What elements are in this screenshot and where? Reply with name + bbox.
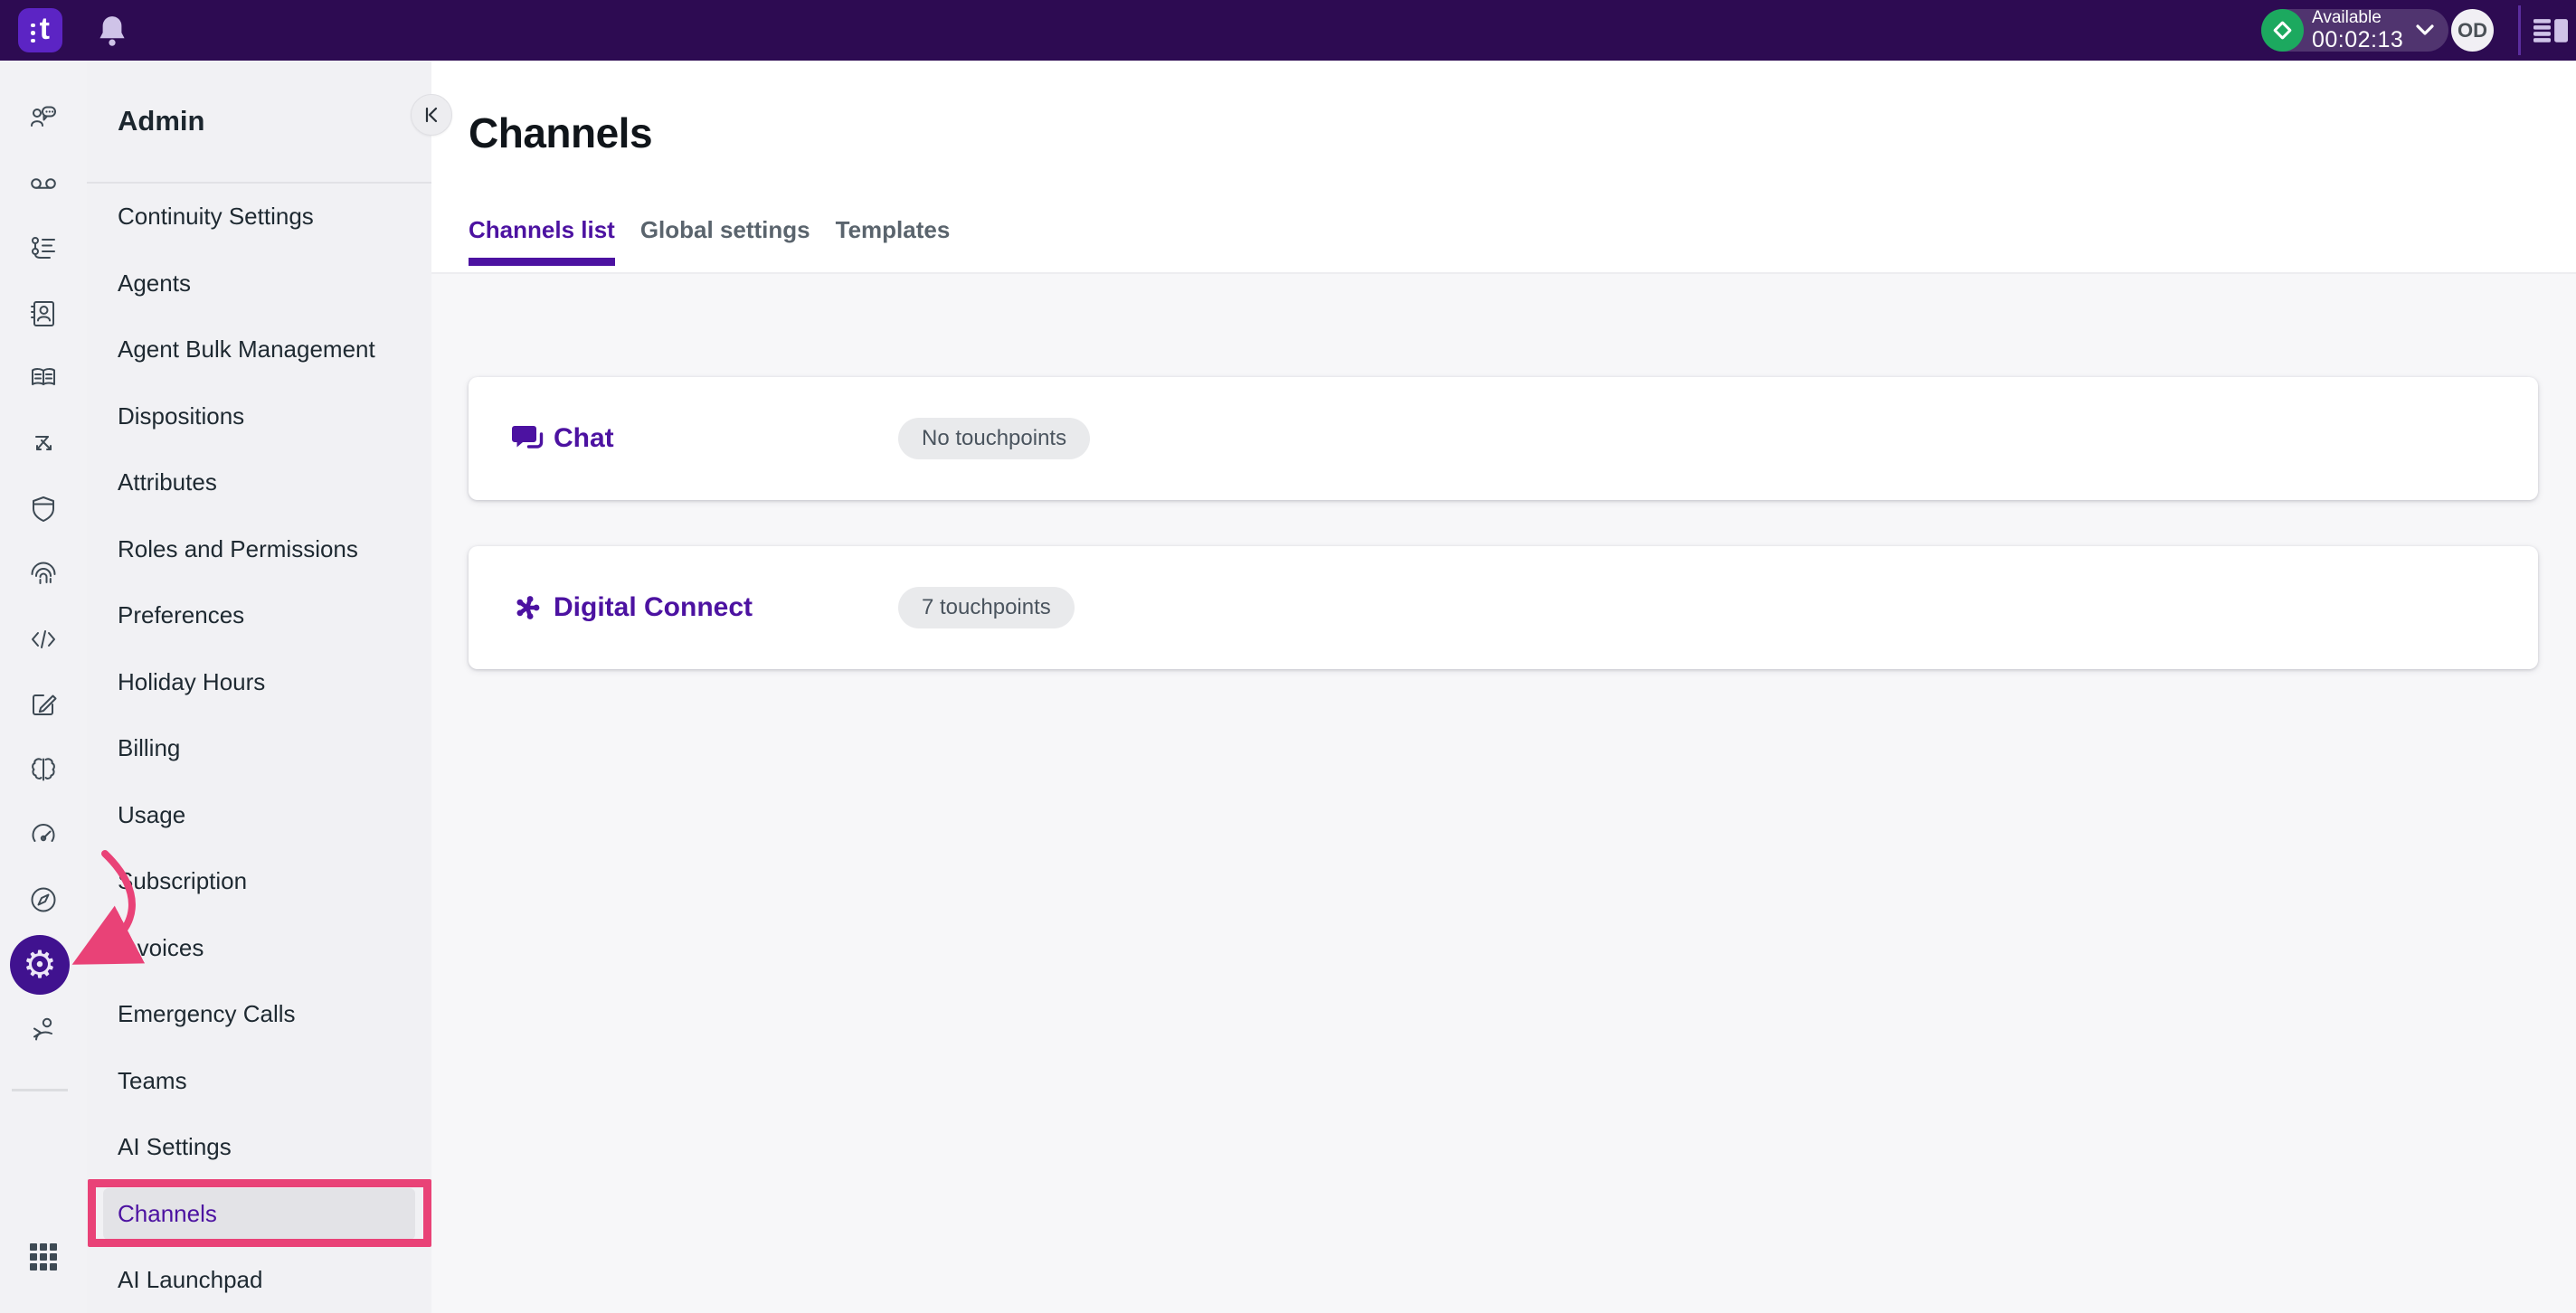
conversations-panel-icon[interactable] [2533, 15, 2568, 50]
dashboard-gauge-icon[interactable] [24, 816, 62, 854]
topbar: t Available 00:02:13 OD [0, 0, 2576, 61]
sidebar-item[interactable]: Channels [103, 1181, 415, 1248]
sidebar-item[interactable]: Preferences [103, 582, 415, 649]
collapse-panel-icon[interactable] [411, 94, 452, 136]
touchpoints-badge: No touchpoints [898, 418, 1090, 459]
sidebar-item[interactable]: Usage [103, 782, 415, 849]
logo-dots-icon [31, 24, 35, 43]
sidebar-title: Admin [118, 105, 204, 137]
apps-grid-icon[interactable] [24, 1238, 62, 1276]
settings-gear-icon[interactable]: ⚙ [10, 935, 70, 995]
icon-rail: ⚙ [0, 61, 87, 1313]
compose-icon[interactable] [24, 685, 62, 723]
sidebar-item[interactable]: Agent Bulk Management [103, 316, 415, 383]
channel-card[interactable]: Chat No touchpoints [469, 377, 2538, 500]
agent-status-pill[interactable]: Available 00:02:13 [2261, 9, 2448, 52]
chat-icon [511, 423, 545, 454]
sidebar-menu: Continuity Settings Agents Agent Bulk Ma… [87, 184, 431, 1313]
sidebar-item[interactable]: Attributes [103, 449, 415, 516]
library-icon[interactable] [24, 360, 62, 398]
tab[interactable]: Global settings [640, 216, 810, 266]
sidebar-item[interactable]: Invoices [103, 915, 415, 982]
page-title: Channels [469, 109, 652, 157]
sidebar-item[interactable]: Dispositions [103, 383, 415, 450]
channel-cards: Chat No touchpoints [469, 377, 2538, 669]
ai-brain-icon[interactable] [24, 751, 62, 789]
admin-sidebar: Admin Continuity Settings Agents Agent B… [87, 61, 431, 1313]
app-logo[interactable]: t [18, 8, 62, 52]
sidebar-item[interactable]: Emergency Calls [103, 981, 415, 1048]
sidebar-item[interactable]: Roles and Permissions [103, 516, 415, 583]
sidebar-item[interactable]: AI Settings [103, 1114, 415, 1181]
touchpoints-badge: 7 touchpoints [898, 587, 1075, 628]
sidebar-header: Admin [87, 61, 431, 182]
sidebar-item[interactable]: Billing [103, 715, 415, 782]
workforce-icon[interactable] [24, 1011, 62, 1049]
topbar-divider [2518, 5, 2521, 55]
voicemail-icon[interactable] [24, 165, 62, 203]
chevron-down-icon [2416, 24, 2434, 36]
channel-card-title: Chat [554, 423, 614, 454]
sidebar-item[interactable]: Subscription [103, 848, 415, 915]
tab-bar: Channels list Global settings Templates [469, 216, 950, 266]
rail-divider [12, 1089, 68, 1091]
conversations-icon[interactable] [24, 99, 62, 137]
status-timer: 00:02:13 [2312, 29, 2403, 52]
avatar[interactable]: OD [2451, 9, 2494, 52]
main-content: Channels Channels list Global settings T… [431, 61, 2576, 1313]
gear-glyph: ⚙ [23, 946, 57, 984]
sidebar-item[interactable]: Holiday Hours [103, 649, 415, 716]
status-label: Available [2312, 9, 2403, 26]
channel-card-title: Digital Connect [554, 592, 753, 623]
sidebar-item[interactable]: Agents [103, 250, 415, 317]
available-diamond-icon [2261, 9, 2304, 52]
sidebar-item[interactable]: Continuity Settings [103, 184, 415, 250]
activity-list-icon[interactable] [24, 230, 62, 268]
notifications-bell-icon[interactable] [97, 14, 128, 47]
tab[interactable]: Channels list [469, 216, 615, 266]
explore-compass-icon[interactable] [24, 881, 62, 919]
channel-card[interactable]: Digital Connect 7 touchpoints [469, 546, 2538, 669]
developer-code-icon[interactable] [24, 620, 62, 658]
sidebar-item[interactable]: AI Launchpad [103, 1247, 415, 1313]
guardian-shield-icon[interactable] [24, 490, 62, 528]
logo-letter: t [40, 14, 50, 44]
tab[interactable]: Templates [836, 216, 951, 266]
contacts-icon[interactable] [24, 295, 62, 333]
routing-flow-icon[interactable] [24, 425, 62, 463]
identity-fingerprint-icon[interactable] [24, 555, 62, 593]
channels-list-area: Chat No touchpoints [431, 274, 2576, 1313]
sidebar-item[interactable]: Teams [103, 1048, 415, 1115]
digital-connect-icon [511, 591, 544, 624]
